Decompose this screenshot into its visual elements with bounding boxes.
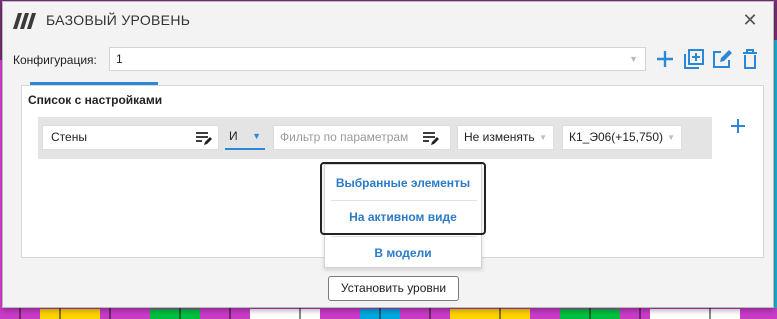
action-select[interactable]: Не изменять ▼ [457,125,554,150]
menu-divider [331,200,477,201]
add-rule-plus-icon[interactable] [727,115,749,137]
edit-filter-icon[interactable] [422,129,440,147]
category-field[interactable]: Стены [42,125,219,150]
filter-placeholder: Фильтр по параметрам [280,130,409,144]
parameter-filter-input[interactable]: Фильтр по параметрам [273,125,451,150]
menu-item-active-view[interactable]: На активном виде [325,210,481,224]
rule-row: Стены И ▼ Фильтр по параметрам Не изменя… [38,117,712,159]
scope-dropdown-menu: Выбранные элементы На активном виде В мо… [324,164,482,268]
close-icon[interactable]: ✕ [737,8,763,32]
panel-title: Список с настройками [28,93,163,107]
chevron-down-icon: ▼ [539,133,547,142]
configuration-select[interactable]: 1 ▼ [109,47,646,71]
set-levels-button[interactable]: Установить уровни [328,276,459,301]
app-logo-icon [13,13,39,29]
chevron-down-icon: ▼ [667,133,675,142]
level-select[interactable]: К1_Э06(+15,750) ▼ [562,125,682,150]
trash-icon[interactable] [739,48,761,70]
chevron-down-icon: ▼ [629,54,638,64]
action-value: Не изменять [464,130,535,144]
configuration-label: Конфигурация: [13,53,97,67]
logic-operator-value: И [229,129,238,143]
category-value: Стены [51,130,87,144]
menu-divider [331,236,477,237]
level-value: К1_Э06(+15,750) [569,130,664,144]
edit-list-icon[interactable] [195,129,213,147]
configuration-value: 1 [116,52,123,66]
edit-icon[interactable] [711,48,733,70]
menu-item-selected-elements[interactable]: Выбранные элементы [325,176,481,190]
window-title: БАЗОВЫЙ УРОВЕНЬ [46,12,191,28]
caret-down-icon: ▼ [252,131,261,141]
logic-operator-select[interactable]: И ▼ [225,125,265,150]
title-bar: БАЗОВЫЙ УРОВЕНЬ ✕ [3,2,773,38]
plus-icon[interactable] [654,48,676,70]
duplicate-icon[interactable] [683,48,705,70]
menu-item-in-model[interactable]: В модели [325,246,481,260]
